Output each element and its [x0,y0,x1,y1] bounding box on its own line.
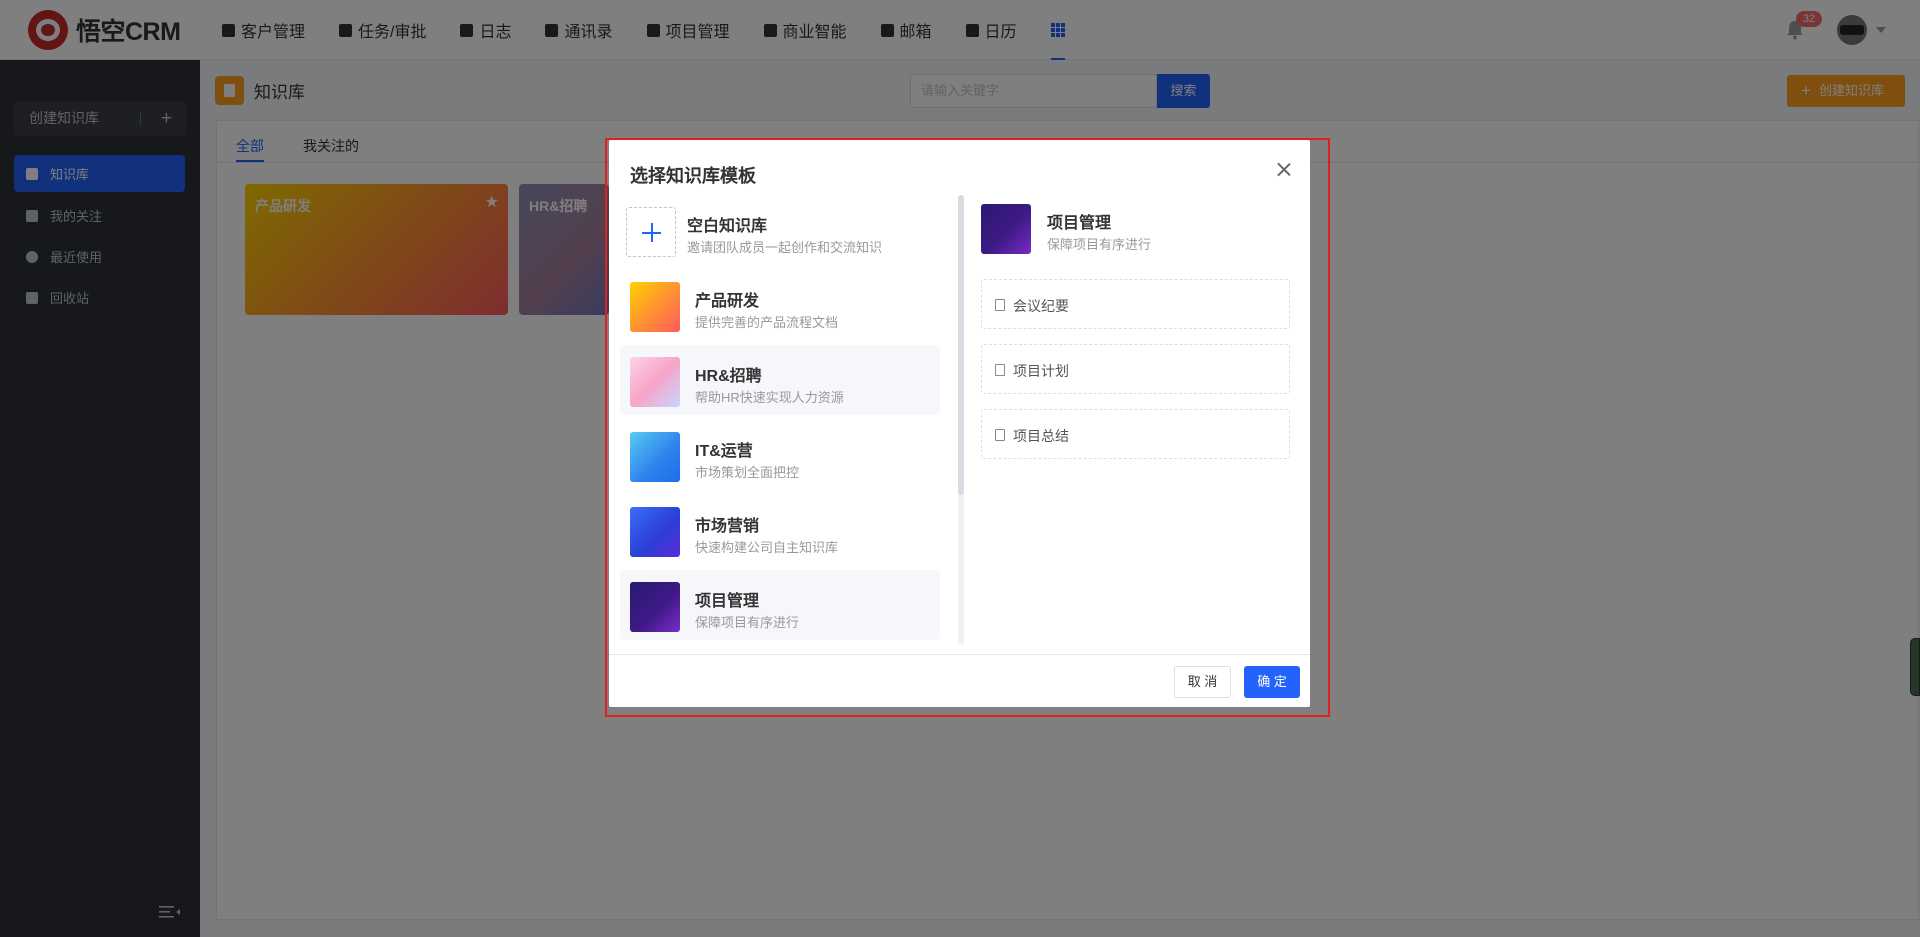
scrollbar[interactable] [958,195,964,645]
scrollbar-thumb[interactable] [958,195,964,495]
doc-label: 会议纪要 [1013,298,1069,314]
template-item-it[interactable]: IT&运营 市场策划全面把控 [620,420,940,490]
template-thumbnail [630,282,680,332]
preview-thumbnail [981,204,1031,254]
template-item-hr[interactable]: HR&招聘 帮助HR快速实现人力资源 [620,345,940,415]
template-desc: 提供完善的产品流程文档 [695,315,839,330]
cancel-button[interactable]: 取 消 [1174,666,1231,698]
template-item-marketing[interactable]: 市场营销 快速构建公司自主知识库 [620,495,940,565]
template-thumbnail [630,507,680,557]
template-desc: 帮助HR快速实现人力资源 [695,390,844,405]
template-desc: 邀请团队成员一起创作和交流知识 [687,240,883,255]
template-item-project[interactable]: 项目管理 保障项目有序进行 [620,570,940,640]
template-item-product[interactable]: 产品研发 提供完善的产品流程文档 [620,270,940,340]
template-name: HR&招聘 [695,368,762,385]
template-name: 空白知识库 [687,218,768,235]
preview-doc-item: 项目总结 [981,409,1290,459]
template-name: 项目管理 [695,593,760,610]
document-icon [995,364,1005,376]
template-dialog: 选择知识库模板 空白知识库 邀请团队成员一起创作和交流知识 产品研发 提供完善的… [609,140,1310,707]
template-thumbnail [630,357,680,407]
document-icon [995,299,1005,311]
confirm-button[interactable]: 确 定 [1244,666,1300,698]
template-name: IT&运营 [695,443,753,460]
close-icon[interactable] [1274,160,1294,180]
template-name: 市场营销 [695,518,760,535]
divider [609,654,1310,655]
template-name: 产品研发 [695,293,760,310]
preview-doc-item: 项目计划 [981,344,1290,394]
template-thumbnail [630,582,680,632]
plus-icon [626,207,676,257]
dialog-title: 选择知识库模板 [630,166,756,186]
template-item-blank[interactable]: 空白知识库 邀请团队成员一起创作和交流知识 [620,195,940,265]
preview-doc-item: 会议纪要 [981,279,1290,329]
template-list: 空白知识库 邀请团队成员一起创作和交流知识 产品研发 提供完善的产品流程文档 H… [620,195,940,645]
template-desc: 市场策划全面把控 [695,465,800,480]
template-desc: 保障项目有序进行 [695,615,800,630]
preview-title: 项目管理 [1047,215,1112,232]
doc-label: 项目计划 [1013,363,1069,379]
template-desc: 快速构建公司自主知识库 [695,540,839,555]
preview-desc: 保障项目有序进行 [1047,237,1152,252]
template-thumbnail [630,432,680,482]
document-icon [995,429,1005,441]
doc-label: 项目总结 [1013,428,1069,444]
